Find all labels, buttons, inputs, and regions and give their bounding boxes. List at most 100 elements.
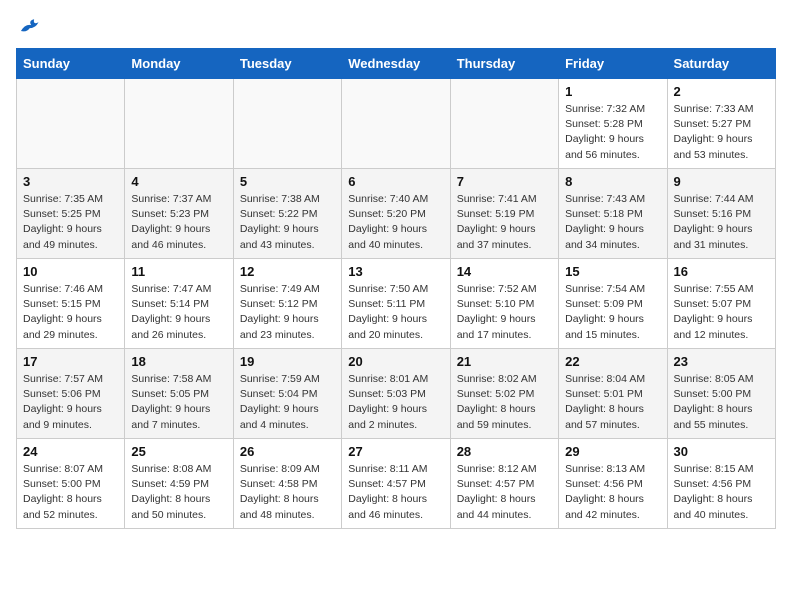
day-number: 20 (348, 354, 443, 369)
calendar-week-row: 17 Sunrise: 7:57 AMSunset: 5:06 PMDayligh… (17, 349, 776, 439)
day-number: 17 (23, 354, 118, 369)
calendar-cell: 23 Sunrise: 8:05 AMSunset: 5:00 PMDayligh… (667, 349, 775, 439)
calendar-cell (233, 79, 341, 169)
day-number: 29 (565, 444, 660, 459)
day-info: Sunrise: 7:55 AMSunset: 5:07 PMDaylight:… (674, 282, 769, 343)
day-number: 21 (457, 354, 552, 369)
calendar-cell: 12 Sunrise: 7:49 AMSunset: 5:12 PMDayligh… (233, 259, 341, 349)
day-number: 12 (240, 264, 335, 279)
day-info: Sunrise: 8:11 AMSunset: 4:57 PMDaylight:… (348, 462, 443, 523)
day-info: Sunrise: 7:38 AMSunset: 5:22 PMDaylight:… (240, 192, 335, 253)
day-number: 25 (131, 444, 226, 459)
day-info: Sunrise: 7:54 AMSunset: 5:09 PMDaylight:… (565, 282, 660, 343)
day-info: Sunrise: 8:12 AMSunset: 4:57 PMDaylight:… (457, 462, 552, 523)
day-number: 14 (457, 264, 552, 279)
day-info: Sunrise: 7:57 AMSunset: 5:06 PMDaylight:… (23, 372, 118, 433)
day-info: Sunrise: 8:07 AMSunset: 5:00 PMDaylight:… (23, 462, 118, 523)
day-number: 24 (23, 444, 118, 459)
calendar-cell: 9 Sunrise: 7:44 AMSunset: 5:16 PMDaylight… (667, 169, 775, 259)
calendar-cell: 1 Sunrise: 7:32 AMSunset: 5:28 PMDaylight… (559, 79, 667, 169)
weekday-header-tuesday: Tuesday (233, 49, 341, 79)
calendar-cell: 13 Sunrise: 7:50 AMSunset: 5:11 PMDayligh… (342, 259, 450, 349)
logo-bird-icon (18, 16, 40, 38)
calendar-cell: 30 Sunrise: 8:15 AMSunset: 4:56 PMDayligh… (667, 439, 775, 529)
day-number: 11 (131, 264, 226, 279)
calendar-cell: 24 Sunrise: 8:07 AMSunset: 5:00 PMDayligh… (17, 439, 125, 529)
day-number: 13 (348, 264, 443, 279)
logo (16, 16, 40, 38)
day-number: 27 (348, 444, 443, 459)
calendar-table: SundayMondayTuesdayWednesdayThursdayFrid… (16, 48, 776, 529)
calendar-cell: 5Sunrise: 7:38 AMSunset: 5:22 PMDaylight… (233, 169, 341, 259)
day-info: Sunrise: 8:01 AMSunset: 5:03 PMDaylight:… (348, 372, 443, 433)
calendar-cell: 21 Sunrise: 8:02 AMSunset: 5:02 PMDayligh… (450, 349, 558, 439)
calendar-cell: 25 Sunrise: 8:08 AMSunset: 4:59 PMDayligh… (125, 439, 233, 529)
day-number: 22 (565, 354, 660, 369)
day-number: 16 (674, 264, 769, 279)
calendar-cell: 22 Sunrise: 8:04 AMSunset: 5:01 PMDayligh… (559, 349, 667, 439)
calendar-cell (125, 79, 233, 169)
day-number: 26 (240, 444, 335, 459)
day-info: Sunrise: 8:05 AMSunset: 5:00 PMDaylight:… (674, 372, 769, 433)
day-info: Sunrise: 7:58 AMSunset: 5:05 PMDaylight:… (131, 372, 226, 433)
day-info: Sunrise: 7:46 AMSunset: 5:15 PMDaylight:… (23, 282, 118, 343)
calendar-week-row: 10 Sunrise: 7:46 AMSunset: 5:15 PMDayligh… (17, 259, 776, 349)
calendar-cell: 10 Sunrise: 7:46 AMSunset: 5:15 PMDayligh… (17, 259, 125, 349)
calendar-cell: 7Sunrise: 7:41 AMSunset: 5:19 PMDaylight… (450, 169, 558, 259)
calendar-cell: 27 Sunrise: 8:11 AMSunset: 4:57 PMDayligh… (342, 439, 450, 529)
day-info: Sunrise: 8:04 AMSunset: 5:01 PMDaylight:… (565, 372, 660, 433)
weekday-header-wednesday: Wednesday (342, 49, 450, 79)
calendar-week-row: 24 Sunrise: 8:07 AMSunset: 5:00 PMDayligh… (17, 439, 776, 529)
day-info: Sunrise: 7:35 AMSunset: 5:25 PMDaylight:… (23, 192, 118, 253)
day-info: Sunrise: 8:13 AMSunset: 4:56 PMDaylight:… (565, 462, 660, 523)
day-number: 4 (131, 174, 226, 189)
weekday-header-thursday: Thursday (450, 49, 558, 79)
day-info: Sunrise: 7:52 AMSunset: 5:10 PMDaylight:… (457, 282, 552, 343)
day-info: Sunrise: 7:47 AMSunset: 5:14 PMDaylight:… (131, 282, 226, 343)
day-number: 23 (674, 354, 769, 369)
weekday-header-row: SundayMondayTuesdayWednesdayThursdayFrid… (17, 49, 776, 79)
calendar-week-row: 3 Sunrise: 7:35 AMSunset: 5:25 PMDaylight… (17, 169, 776, 259)
calendar-cell: 20 Sunrise: 8:01 AMSunset: 5:03 PMDayligh… (342, 349, 450, 439)
calendar-cell: 18 Sunrise: 7:58 AMSunset: 5:05 PMDayligh… (125, 349, 233, 439)
day-info: Sunrise: 7:49 AMSunset: 5:12 PMDaylight:… (240, 282, 335, 343)
calendar-cell: 29 Sunrise: 8:13 AMSunset: 4:56 PMDayligh… (559, 439, 667, 529)
day-number: 6 (348, 174, 443, 189)
day-number: 10 (23, 264, 118, 279)
day-info: Sunrise: 7:32 AMSunset: 5:28 PMDaylight:… (565, 102, 660, 163)
calendar-week-row: 1 Sunrise: 7:32 AMSunset: 5:28 PMDaylight… (17, 79, 776, 169)
page-header (16, 16, 776, 38)
day-info: Sunrise: 7:37 AMSunset: 5:23 PMDaylight:… (131, 192, 226, 253)
day-number: 1 (565, 84, 660, 99)
day-info: Sunrise: 7:50 AMSunset: 5:11 PMDaylight:… (348, 282, 443, 343)
weekday-header-saturday: Saturday (667, 49, 775, 79)
day-info: Sunrise: 7:40 AMSunset: 5:20 PMDaylight:… (348, 192, 443, 253)
calendar-cell: 3 Sunrise: 7:35 AMSunset: 5:25 PMDaylight… (17, 169, 125, 259)
day-number: 2 (674, 84, 769, 99)
day-info: Sunrise: 8:02 AMSunset: 5:02 PMDaylight:… (457, 372, 552, 433)
calendar-cell: 2Sunrise: 7:33 AMSunset: 5:27 PMDaylight… (667, 79, 775, 169)
calendar-cell: 4 Sunrise: 7:37 AMSunset: 5:23 PMDaylight… (125, 169, 233, 259)
day-number: 9 (674, 174, 769, 189)
calendar-cell: 16 Sunrise: 7:55 AMSunset: 5:07 PMDayligh… (667, 259, 775, 349)
calendar-cell (450, 79, 558, 169)
calendar-cell: 6 Sunrise: 7:40 AMSunset: 5:20 PMDaylight… (342, 169, 450, 259)
day-number: 28 (457, 444, 552, 459)
calendar-cell: 19Sunrise: 7:59 AMSunset: 5:04 PMDayligh… (233, 349, 341, 439)
day-info: Sunrise: 8:08 AMSunset: 4:59 PMDaylight:… (131, 462, 226, 523)
day-number: 15 (565, 264, 660, 279)
day-info: Sunrise: 8:15 AMSunset: 4:56 PMDaylight:… (674, 462, 769, 523)
day-info: Sunrise: 8:09 AMSunset: 4:58 PMDaylight:… (240, 462, 335, 523)
day-number: 18 (131, 354, 226, 369)
day-number: 3 (23, 174, 118, 189)
day-number: 19 (240, 354, 335, 369)
weekday-header-monday: Monday (125, 49, 233, 79)
day-number: 30 (674, 444, 769, 459)
calendar-cell: 28 Sunrise: 8:12 AMSunset: 4:57 PMDayligh… (450, 439, 558, 529)
day-number: 7 (457, 174, 552, 189)
day-info: Sunrise: 7:44 AMSunset: 5:16 PMDaylight:… (674, 192, 769, 253)
weekday-header-friday: Friday (559, 49, 667, 79)
calendar-cell (17, 79, 125, 169)
calendar-cell: 11 Sunrise: 7:47 AMSunset: 5:14 PMDayligh… (125, 259, 233, 349)
calendar-cell: 8Sunrise: 7:43 AMSunset: 5:18 PMDaylight… (559, 169, 667, 259)
